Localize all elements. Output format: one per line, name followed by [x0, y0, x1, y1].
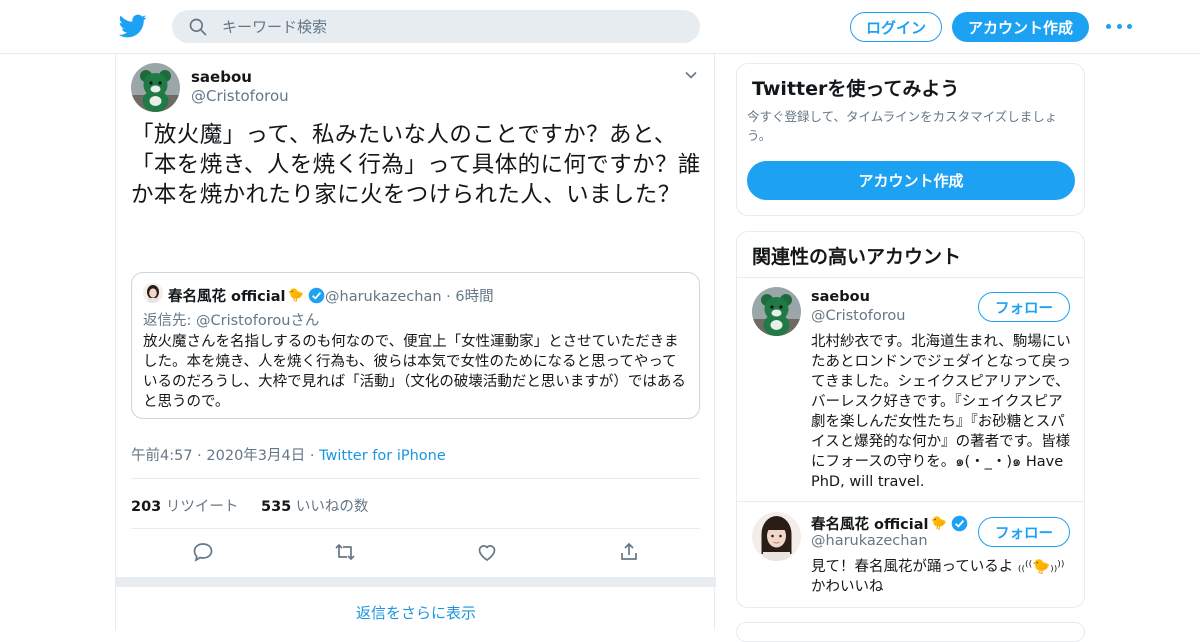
- author-handle[interactable]: @Cristoforou: [191, 87, 289, 105]
- related-accounts-title: 関連性の高いアカウント: [752, 246, 962, 268]
- quoted-author-handle: @harukazechan · 6時間: [325, 289, 494, 305]
- follow-button[interactable]: フォロー: [978, 292, 1070, 322]
- like-stat[interactable]: 535 いいねの数: [261, 499, 368, 515]
- related-account-name[interactable]: saebou: [811, 289, 870, 305]
- chevron-down-icon[interactable]: [684, 68, 698, 82]
- signup-card-subtitle: 今すぐ登録して、タイムラインをカスタマイズしましょう。: [747, 109, 1058, 143]
- search-input[interactable]: [222, 17, 642, 36]
- tweet-source-link[interactable]: Twitter for iPhone: [319, 448, 446, 464]
- author-name[interactable]: saebou: [191, 68, 252, 86]
- quoted-tweet[interactable]: 春名風花 official 🐤 @harukazechan · 6時間 返信先:…: [131, 272, 700, 419]
- related-account-name-text[interactable]: saebou: [811, 289, 870, 305]
- quoted-author-avatar: [143, 283, 163, 303]
- chick-emoji-icon: 🐤: [287, 288, 304, 303]
- divider: [737, 501, 1084, 502]
- more-menu-icon[interactable]: [1106, 18, 1132, 34]
- search-bar[interactable]: [172, 10, 700, 43]
- related-account-name-text[interactable]: 春名風花 official: [811, 513, 929, 534]
- tweet-stats: 203 リツイート 535 いいねの数: [131, 495, 368, 516]
- top-nav-bar: ログイン アカウント作成: [0, 0, 1200, 54]
- signup-button[interactable]: アカウント作成: [952, 12, 1089, 42]
- retweet-stat[interactable]: 203 リツイート: [131, 499, 238, 515]
- divider: [737, 277, 1084, 278]
- quoted-author-name: 春名風花 official 🐤: [168, 285, 325, 306]
- verified-badge-icon: [951, 515, 967, 532]
- tweet-actions: [116, 540, 716, 566]
- divider: [131, 478, 700, 479]
- signup-prompt-card: Twitterを使ってみよう 今すぐ登録して、タイムラインをカスタマイズしましょ…: [736, 63, 1085, 216]
- chick-emoji-icon: 🐤: [930, 516, 947, 531]
- quoted-author-name-text: 春名風花 official: [168, 289, 286, 305]
- related-account-name[interactable]: 春名風花 official 🐤: [811, 513, 968, 534]
- related-accounts-card: 関連性の高いアカウント saebou @Cristoforou フォロー 北村紗…: [736, 231, 1085, 608]
- quoted-reply-context: 返信先: @Cristoforouさん: [143, 309, 319, 330]
- signup-card-button[interactable]: アカウント作成: [747, 161, 1075, 200]
- quoted-time: 6時間: [455, 289, 494, 305]
- retweet-icon[interactable]: [333, 540, 357, 564]
- divider: [131, 528, 700, 529]
- reply-prefix: 返信先:: [143, 313, 196, 329]
- follow-button[interactable]: フォロー: [978, 517, 1070, 547]
- author-avatar[interactable]: [131, 63, 180, 112]
- signup-card-title: Twitterを使ってみよう: [752, 78, 960, 100]
- like-heart-icon[interactable]: [475, 540, 499, 564]
- related-account-handle[interactable]: @Cristoforou: [811, 308, 905, 324]
- login-button[interactable]: ログイン: [850, 12, 942, 42]
- twitter-bird-logo-icon[interactable]: [119, 12, 147, 40]
- related-account-avatar[interactable]: [752, 512, 801, 561]
- related-account-avatar[interactable]: [752, 287, 801, 336]
- section-separator: [116, 577, 716, 587]
- quoted-handle-text: @harukazechan: [325, 289, 442, 305]
- related-account-bio: 見て！春名風花が踊っているよ ₍₍⁽⁽🐤₎₎⁾⁾ かわいいね: [811, 559, 1065, 595]
- tweet-timestamp[interactable]: 午前4:57 · 2020年3月4日: [131, 448, 305, 464]
- related-account-bio: 北村紗衣です。北海道生まれ、駒場にいたあとロンドンでジェダイとなって戻ってきまし…: [811, 334, 1071, 490]
- tweet-detail-column: saebou @Cristoforou 「放火魔」って、私みたいな人のことですか…: [115, 54, 716, 630]
- related-account-handle[interactable]: @harukazechan: [811, 533, 928, 549]
- tweet-metadata: 午前4:57 · 2020年3月4日 · Twitter for iPhone: [131, 448, 446, 464]
- reply-to-link[interactable]: @Cristoforouさん: [196, 313, 319, 329]
- tweet-text: 「放火魔」って、私みたいな人のことですか？あと、「本を焼き、人を焼く行為」って具…: [131, 122, 701, 208]
- reply-icon[interactable]: [191, 540, 215, 564]
- verified-badge-icon: [308, 287, 324, 304]
- share-icon[interactable]: [617, 540, 641, 564]
- next-sidebar-card: [736, 622, 1085, 642]
- quoted-tweet-text: 放火魔さんを名指しするのも何なので、便宜上「女性運動家」とさせていただきました。…: [143, 334, 686, 410]
- show-more-replies-link[interactable]: 返信をさらに表示: [116, 602, 716, 623]
- search-icon: [189, 18, 207, 35]
